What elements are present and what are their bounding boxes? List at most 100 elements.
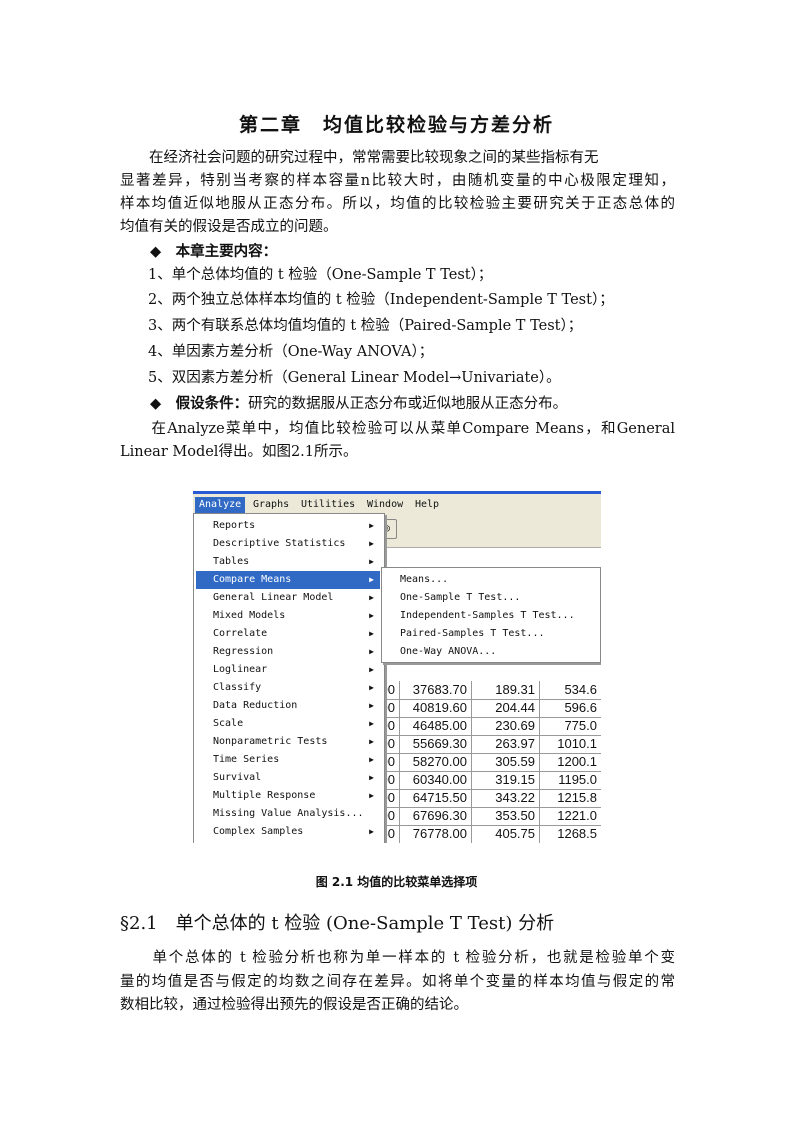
grid-line <box>539 699 540 717</box>
menu-item[interactable]: Mixed Models ▶ <box>196 607 380 625</box>
table-cell[interactable]: 319.15 <box>471 772 535 787</box>
bullet-contents: ◆ 本章主要内容： <box>150 243 278 260</box>
menu-item[interactable]: Reports ▶ <box>196 517 380 535</box>
para-line: 在Analyze菜单中，均值比较检验可以从菜单Compare Means，和Ge… <box>120 421 675 437</box>
table-cell[interactable]: 76778.00 <box>401 826 467 841</box>
para-line: 单个总体的 t 检验分析也称为单一样本的 t 检验分析，也就是检验单个变 <box>120 950 675 966</box>
grid-line <box>539 771 540 789</box>
compare-means-submenu: Means... One-Sample T Test... Independent-… <box>381 567 601 663</box>
menu-window[interactable]: Window <box>363 497 407 513</box>
table-row: 00 64715.50 343.22 1215.8 <box>373 789 601 808</box>
table-cell[interactable]: 343.22 <box>471 790 535 805</box>
submenu-arrow-icon: ▶ <box>369 647 374 656</box>
menu-item-label: Nonparametric Tests <box>213 736 328 747</box>
submenu-arrow-icon: ▶ <box>369 683 374 692</box>
menu-item-label: Classify <box>213 682 262 693</box>
table-row: 00 37683.70 189.31 534.6 <box>373 681 601 700</box>
analyze-menu: Reports ▶ Descriptive Statistics ▶ Tables ▶ Co… <box>193 513 385 843</box>
table-cell[interactable]: 230.69 <box>471 718 535 733</box>
grid-line <box>539 825 540 843</box>
table-cell[interactable]: 55669.30 <box>401 736 467 751</box>
table-row: 00 58270.00 305.59 1200.1 <box>373 753 601 772</box>
menu-item[interactable]: Compare Means ▶ <box>196 571 380 589</box>
menu-item[interactable]: Survival ▶ <box>196 769 380 787</box>
grid-line <box>399 789 400 807</box>
submenu-arrow-icon: ▶ <box>369 719 374 728</box>
menu-item-label: Survival <box>213 772 262 783</box>
menu-analyze[interactable]: Analyze <box>195 497 246 513</box>
menu-item[interactable]: Scale ▶ <box>196 715 380 733</box>
table-cell[interactable]: 1221.0 <box>541 808 597 823</box>
table-cell[interactable]: 64715.50 <box>401 790 467 805</box>
grid-line <box>539 753 540 771</box>
table-cell[interactable]: 353.50 <box>471 808 535 823</box>
table-cell[interactable]: 405.75 <box>471 826 535 841</box>
table-cell[interactable]: 189.31 <box>471 682 535 697</box>
menu-item[interactable]: Correlate ▶ <box>196 625 380 643</box>
menu-item-label: Scale <box>213 718 244 729</box>
menu-item[interactable]: General Linear Model ▶ <box>196 589 380 607</box>
menu-item[interactable]: Regression ▶ <box>196 643 380 661</box>
menu-item-label: Loglinear <box>213 664 268 675</box>
menu-item[interactable]: Complex Samples ▶ <box>196 823 380 841</box>
menu-item[interactable]: Descriptive Statistics ▶ <box>196 535 380 553</box>
table-cell[interactable]: 40819.60 <box>401 700 467 715</box>
menu-utilities[interactable]: Utilities <box>297 497 359 513</box>
submenu-item[interactable]: One-Way ANOVA... <box>400 643 496 661</box>
table-row: 00 40819.60 204.44 596.6 <box>373 699 601 718</box>
menu-item-label: Complex Samples <box>213 826 304 837</box>
table-cell[interactable]: 775.0 <box>541 718 597 733</box>
submenu-item[interactable]: One-Sample T Test... <box>400 589 520 607</box>
submenu-arrow-icon: ▶ <box>369 755 374 764</box>
table-cell[interactable]: 37683.70 <box>401 682 467 697</box>
submenu-arrow-icon: ▶ <box>369 737 374 746</box>
menu-item[interactable]: Classify ▶ <box>196 679 380 697</box>
menu-item-label: Correlate <box>213 628 268 639</box>
table-cell[interactable]: 1215.8 <box>541 790 597 805</box>
intro-line: 样本均值近似地服从正态分布。所以，均值的比较检验主要研究关于正态总体的 <box>120 196 675 212</box>
submenu-item[interactable]: Independent-Samples T Test... <box>400 607 575 625</box>
table-cell[interactable]: 58270.00 <box>401 754 467 769</box>
menu-graphs[interactable]: Graphs <box>249 497 293 513</box>
submenu-arrow-icon: ▶ <box>369 557 374 566</box>
diamond-icon: ◆ <box>150 396 162 412</box>
table-cell[interactable]: 67696.30 <box>401 808 467 823</box>
menu-item[interactable]: Data Reduction ▶ <box>196 697 380 715</box>
submenu-arrow-icon: ▶ <box>369 773 374 782</box>
submenu-arrow-icon: ▶ <box>369 539 374 548</box>
menu-item[interactable]: Tables ▶ <box>196 553 380 571</box>
submenu-arrow-icon: ▶ <box>369 701 374 710</box>
menu-item-label: Regression <box>213 646 274 657</box>
menu-item[interactable]: Time Series ▶ <box>196 751 380 769</box>
intro-line: 显著差异，特别当考察的样本容量n比较大时，由随机变量的中心极限定理知， <box>120 173 675 189</box>
table-cell[interactable]: 1010.1 <box>541 736 597 751</box>
menu-item[interactable]: Missing Value Analysis... <box>196 805 380 823</box>
submenu-item[interactable]: Paired-Samples T Test... <box>400 625 545 643</box>
bullet-assumption: ◆ 假设条件：研究的数据服从正态分布或近似地服从正态分布。 <box>150 395 568 412</box>
list-item: 1、单个总体均值的 t 检验（One-Sample T Test）； <box>148 267 493 283</box>
menu-item[interactable]: Nonparametric Tests ▶ <box>196 733 380 751</box>
menu-item-label: Compare Means <box>213 574 292 585</box>
diamond-icon: ◆ <box>150 244 162 260</box>
submenu-item[interactable]: Means... <box>400 571 448 589</box>
submenu-arrow-icon: ▶ <box>369 629 374 638</box>
menu-item[interactable]: Loglinear ▶ <box>196 661 380 679</box>
table-cell[interactable]: 305.59 <box>471 754 535 769</box>
table-cell[interactable]: 60340.00 <box>401 772 467 787</box>
para-line: Linear Model得出。如图2.1所示。 <box>120 444 358 460</box>
spss-screenshot: ◎ 00 37683.70 189.31 534.6 00 40819.60 204.44 5… <box>193 491 601 843</box>
menu-item[interactable]: Multiple Response ▶ <box>196 787 380 805</box>
table-cell[interactable]: 1200.1 <box>541 754 597 769</box>
table-cell[interactable]: 263.97 <box>471 736 535 751</box>
table-cell[interactable]: 596.6 <box>541 700 597 715</box>
table-cell[interactable]: 1195.0 <box>541 772 597 787</box>
table-cell[interactable]: 1268.5 <box>541 826 597 841</box>
list-item: 5、双因素方差分析（General Linear Model→Univariat… <box>148 370 561 386</box>
menu-help[interactable]: Help <box>411 497 443 513</box>
grid-line <box>399 681 400 699</box>
table-cell[interactable]: 204.44 <box>471 700 535 715</box>
grid-line <box>539 735 540 753</box>
table-cell[interactable]: 46485.00 <box>401 718 467 733</box>
table-cell[interactable]: 534.6 <box>541 682 597 697</box>
grid-line <box>399 735 400 753</box>
